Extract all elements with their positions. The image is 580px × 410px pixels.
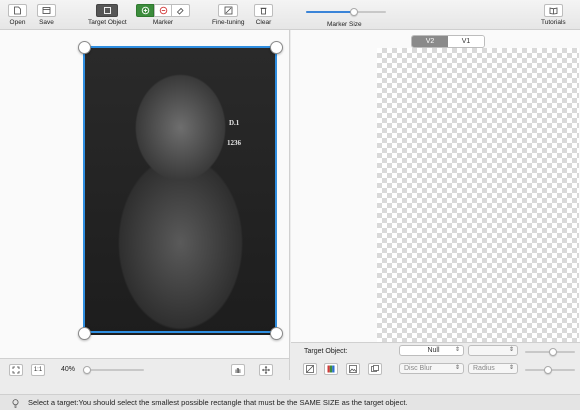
move-tool-button[interactable]: [259, 364, 273, 376]
move-arrows-icon: [262, 366, 270, 374]
status-message: Select a target:You should select the sm…: [28, 398, 408, 407]
selection-handle-top-right[interactable]: [270, 41, 283, 54]
blur-type-value: Disc Blur: [404, 365, 433, 372]
preview-panel: V2 V1: [291, 30, 580, 348]
open-icon: [8, 4, 27, 17]
zoom-percent: 40%: [61, 366, 76, 373]
marker-group: Marker: [136, 4, 190, 26]
fit-screen-button[interactable]: [9, 364, 23, 376]
target-object-select[interactable]: Null ⇕: [399, 345, 464, 356]
zoom-slider[interactable]: [83, 366, 144, 374]
hand-icon: [235, 368, 241, 373]
fine-tuning-label: Fine-tuning: [212, 19, 245, 26]
marker-size-fill: [306, 11, 354, 13]
open-label: Open: [9, 19, 26, 26]
target-object-button[interactable]: Target Object: [88, 4, 127, 26]
canvas-controls: 1:1 40%: [0, 358, 290, 380]
tab-v1[interactable]: V1: [448, 36, 484, 47]
selection-handle-top-left[interactable]: [78, 41, 91, 54]
radius-value: Radius: [473, 365, 495, 372]
bg-transparent-button[interactable]: [303, 363, 317, 375]
marker-size-knob[interactable]: [350, 8, 358, 16]
stepper-icon: ⇕: [508, 347, 514, 353]
book-icon: [543, 4, 563, 17]
save-button[interactable]: Save: [37, 4, 56, 26]
source-canvas[interactable]: D.1 1236: [0, 30, 290, 358]
status-bar: Select a target:You should select the sm…: [0, 394, 580, 410]
trash-icon: [254, 4, 273, 17]
radius-select[interactable]: Radius ⇕: [468, 363, 518, 374]
image-icon: [306, 365, 314, 373]
marker-add-button[interactable]: [136, 4, 154, 17]
target-object-label: Target Object: [88, 19, 127, 26]
marker-remove-button[interactable]: [154, 4, 172, 17]
tutorials-button[interactable]: Tutorials: [541, 4, 566, 26]
blur-image-icon: [371, 365, 379, 372]
fine-tuning-icon: [218, 4, 239, 17]
hand-tool-button[interactable]: [231, 364, 245, 376]
stepper-icon: ⇕: [454, 347, 460, 353]
bg-blur-button[interactable]: [368, 363, 382, 375]
color-swatch-icon: [327, 365, 335, 373]
open-button[interactable]: Open: [8, 4, 27, 26]
fine-tuning-button[interactable]: Fine-tuning: [212, 4, 245, 26]
eraser-button[interactable]: [172, 4, 190, 17]
target-object-value: Null: [427, 347, 440, 354]
marker-label: Marker: [152, 19, 174, 26]
clear-label: Clear: [255, 19, 272, 26]
radius-knob[interactable]: [544, 366, 552, 374]
window-gap: [0, 380, 580, 394]
picture-icon: [349, 365, 357, 373]
selection-handle-bottom-left[interactable]: [78, 327, 91, 340]
marker-size-slider[interactable]: [306, 8, 386, 16]
output-controls: Target Object: Null ⇕ ⇕ Disc Blur ⇕ Radi…: [291, 342, 580, 380]
toolbar: Open Save Target Object Marker Fine-tuni…: [0, 0, 580, 30]
radius-slider[interactable]: [525, 366, 575, 374]
background-select[interactable]: ⇕: [468, 345, 518, 356]
tutorials-label: Tutorials: [541, 19, 566, 26]
version-tabs: V2 V1: [411, 35, 485, 48]
save-label: Save: [39, 19, 54, 26]
save-icon: [37, 4, 56, 17]
expand-icon: [12, 366, 20, 374]
marker-size-label: Marker Size: [327, 21, 362, 28]
stepper-icon: ⇕: [454, 365, 460, 371]
stepper-icon: ⇕: [508, 365, 514, 371]
clear-button[interactable]: Clear: [254, 4, 273, 26]
target-object-field-label: Target Object:: [304, 348, 348, 355]
blur-type-select[interactable]: Disc Blur ⇕: [399, 363, 464, 374]
opacity-knob[interactable]: [549, 348, 557, 356]
lightbulb-icon: [12, 398, 19, 410]
bg-image-button[interactable]: [346, 363, 360, 375]
selection-handle-bottom-right[interactable]: [270, 327, 283, 340]
opacity-slider[interactable]: [525, 348, 575, 356]
bg-color-button[interactable]: [324, 363, 338, 375]
selection-rectangle[interactable]: [83, 46, 277, 333]
transparent-preview: [377, 48, 579, 348]
actual-size-button[interactable]: 1:1: [31, 364, 45, 376]
target-rect-icon: [96, 4, 119, 17]
tab-v2[interactable]: V2: [412, 36, 448, 47]
zoom-knob[interactable]: [83, 366, 91, 374]
